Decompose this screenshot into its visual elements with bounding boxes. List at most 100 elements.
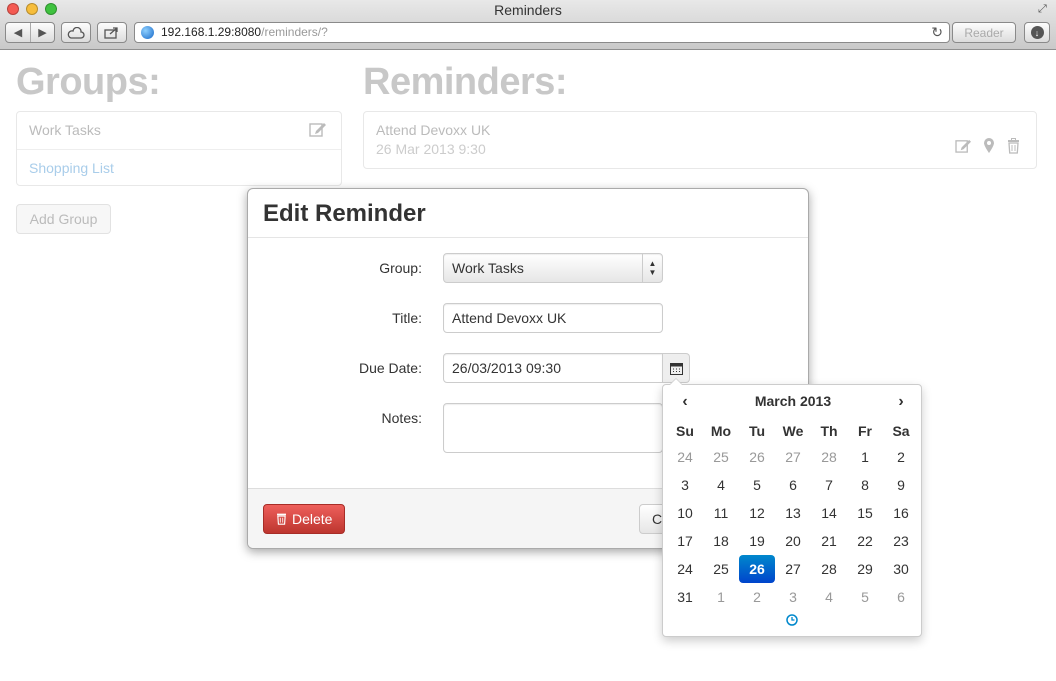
group-item-shopping-list[interactable]: Shopping List bbox=[17, 149, 341, 186]
calendar-day[interactable]: 4 bbox=[811, 583, 847, 611]
calendar-day[interactable]: 12 bbox=[739, 499, 775, 527]
trash-icon[interactable] bbox=[1005, 137, 1022, 154]
forward-button[interactable]: ▶ bbox=[29, 23, 54, 42]
title-input[interactable]: Attend Devoxx UK bbox=[443, 303, 663, 333]
reminder-date: 26 Mar 2013 9:30 bbox=[376, 141, 486, 157]
prev-month-button[interactable]: ‹ bbox=[667, 393, 703, 411]
back-arrow-icon: ◀ bbox=[13, 27, 23, 39]
calendar-day[interactable]: 4 bbox=[703, 471, 739, 499]
calendar-day[interactable]: 25 bbox=[703, 555, 739, 583]
calendar-day[interactable]: 11 bbox=[703, 499, 739, 527]
calendar-day[interactable]: 5 bbox=[847, 583, 883, 611]
calendar-day[interactable]: 1 bbox=[703, 583, 739, 611]
calendar-day[interactable]: 13 bbox=[775, 499, 811, 527]
notes-label: Notes: bbox=[381, 410, 422, 426]
calendar-day[interactable]: 17 bbox=[667, 527, 703, 555]
calendar-day[interactable]: 1 bbox=[847, 443, 883, 471]
reminder-item[interactable]: Attend Devoxx UK 26 Mar 2013 9:30 bbox=[363, 111, 1037, 169]
reminder-actions bbox=[955, 137, 1022, 154]
group-item-work-tasks[interactable]: Work Tasks bbox=[17, 112, 341, 149]
address-bar[interactable]: 192.168.1.29:8080/reminders/? ↻ bbox=[134, 22, 950, 43]
calendar-day[interactable]: 29 bbox=[847, 555, 883, 583]
calendar-day[interactable]: 25 bbox=[703, 443, 739, 471]
group-item-label: Shopping List bbox=[29, 160, 114, 176]
calendar-day[interactable]: 20 bbox=[775, 527, 811, 555]
dialog-header: Edit Reminder bbox=[248, 189, 808, 238]
download-icon: ↓ bbox=[1030, 26, 1044, 39]
calendar-day[interactable]: 24 bbox=[667, 443, 703, 471]
calendar-day[interactable]: 6 bbox=[883, 583, 919, 611]
datepicker-header: ‹ March 2013 › bbox=[667, 393, 919, 415]
fullscreen-icon[interactable]: ⤢ bbox=[1038, 3, 1050, 15]
share-icon bbox=[104, 27, 118, 39]
calendar-day[interactable]: 23 bbox=[883, 527, 919, 555]
group-select-value: Work Tasks bbox=[452, 260, 524, 276]
calendar-day[interactable]: 24 bbox=[667, 555, 703, 583]
window-title: Reminders bbox=[494, 2, 562, 18]
time-toggle-button[interactable] bbox=[663, 613, 921, 631]
selected-day[interactable]: 26 bbox=[739, 555, 775, 583]
reader-button[interactable]: Reader bbox=[952, 22, 1016, 43]
calendar-icon bbox=[669, 362, 683, 375]
reminder-title: Attend Devoxx UK bbox=[376, 122, 491, 138]
globe-icon bbox=[141, 26, 154, 39]
reminders-heading: Reminders: bbox=[363, 61, 568, 103]
calendar-day[interactable]: 30 bbox=[883, 555, 919, 583]
group-select[interactable]: Work Tasks ▲ ▼ bbox=[443, 253, 663, 283]
forward-arrow-icon: ▶ bbox=[38, 27, 47, 39]
calendar-day[interactable]: 8 bbox=[847, 471, 883, 499]
dialog-title: Edit Reminder bbox=[263, 200, 426, 227]
group-label: Group: bbox=[379, 260, 422, 276]
calendar-day[interactable]: 7 bbox=[811, 471, 847, 499]
datepicker-grid: Su Mo Tu We Th Fr Sa 24 25 26 27 28 1 2 3 4 5 6 7 8 9 10 11 12 1… bbox=[667, 419, 919, 611]
calendar-day[interactable]: 22 bbox=[847, 527, 883, 555]
calendar-day[interactable]: 6 bbox=[775, 471, 811, 499]
calendar-day[interactable]: 9 bbox=[883, 471, 919, 499]
calendar-day[interactable]: 19 bbox=[739, 527, 775, 555]
calendar-day[interactable]: 14 bbox=[811, 499, 847, 527]
icloud-tabs-button[interactable] bbox=[61, 22, 91, 43]
calendar-day[interactable]: 16 bbox=[883, 499, 919, 527]
add-group-button[interactable]: Add Group bbox=[16, 204, 111, 234]
calendar-day[interactable]: 27 bbox=[775, 443, 811, 471]
share-button[interactable] bbox=[97, 22, 127, 43]
groups-heading: Groups: bbox=[16, 61, 161, 103]
weekday-header: We bbox=[782, 423, 804, 439]
calendar-day[interactable]: 5 bbox=[739, 471, 775, 499]
datepicker-popup: ‹ March 2013 › Su Mo Tu We Th Fr Sa 24 25 26 27 28 1… bbox=[662, 378, 922, 637]
calendar-day[interactable]: 15 bbox=[847, 499, 883, 527]
weekday-header: Su bbox=[676, 423, 694, 439]
notes-textarea[interactable] bbox=[443, 403, 663, 453]
clock-icon bbox=[786, 614, 798, 626]
calendar-day[interactable]: 21 bbox=[811, 527, 847, 555]
reload-icon[interactable]: ↻ bbox=[931, 23, 943, 42]
next-month-button[interactable]: › bbox=[883, 393, 919, 411]
calendar-day[interactable]: 2 bbox=[883, 443, 919, 471]
back-button[interactable]: ◀ bbox=[6, 23, 30, 42]
month-switch[interactable]: March 2013 bbox=[703, 393, 883, 409]
groups-list: Work Tasks Shopping List bbox=[16, 111, 342, 186]
weekday-header: Sa bbox=[892, 423, 910, 439]
edit-icon[interactable] bbox=[309, 121, 327, 137]
cloud-icon bbox=[67, 26, 85, 39]
delete-button[interactable]: Delete bbox=[263, 504, 345, 534]
trash-icon bbox=[277, 513, 286, 525]
downloads-button[interactable]: ↓ bbox=[1024, 22, 1050, 43]
calendar-day[interactable]: 26 bbox=[739, 443, 775, 471]
calendar-day[interactable]: 31 bbox=[667, 583, 703, 611]
calendar-day[interactable]: 18 bbox=[703, 527, 739, 555]
calendar-day[interactable]: 27 bbox=[775, 555, 811, 583]
browser-toolbar: Reminders ⤢ ◀ ▶ 192.168.1.29:8080/remind… bbox=[0, 0, 1056, 50]
weekday-header: Mo bbox=[710, 423, 732, 439]
calendar-day[interactable]: 28 bbox=[811, 443, 847, 471]
due-date-input[interactable]: 26/03/2013 09:30 bbox=[443, 353, 663, 383]
map-marker-icon[interactable] bbox=[980, 137, 997, 154]
calendar-day[interactable]: 3 bbox=[667, 471, 703, 499]
calendar-day[interactable]: 3 bbox=[775, 583, 811, 611]
weekday-header: Th bbox=[820, 423, 838, 439]
calendar-day[interactable]: 10 bbox=[667, 499, 703, 527]
url-path: /reminders/? bbox=[261, 25, 328, 39]
edit-icon[interactable] bbox=[955, 137, 972, 154]
calendar-day[interactable]: 28 bbox=[811, 555, 847, 583]
calendar-day[interactable]: 2 bbox=[739, 583, 775, 611]
